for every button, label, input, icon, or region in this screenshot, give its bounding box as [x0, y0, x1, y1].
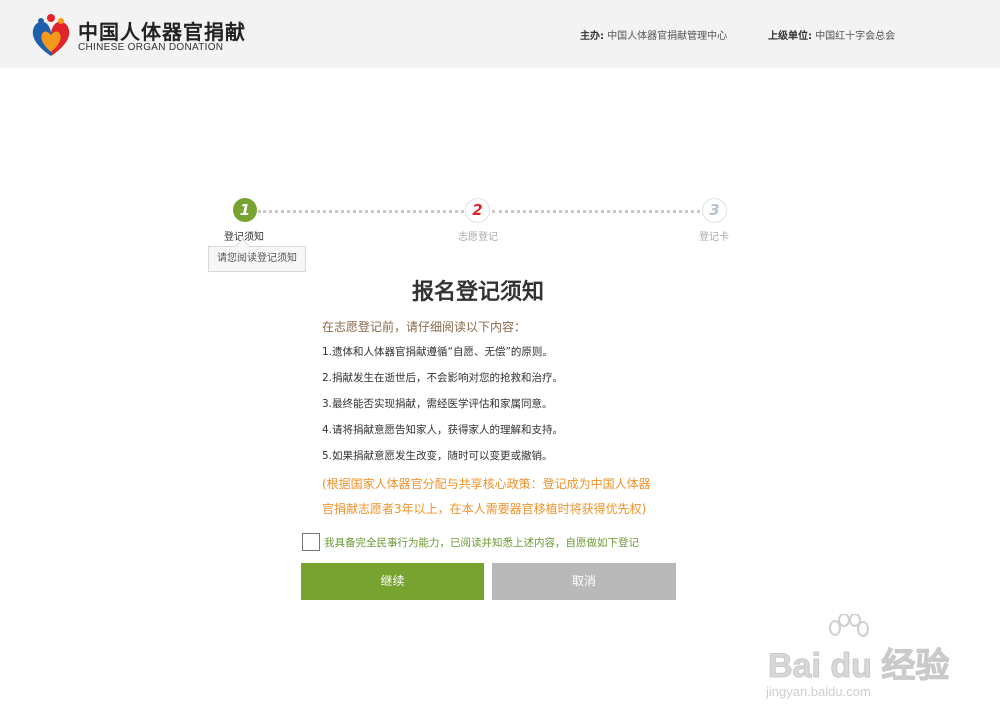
cancel-button[interactable]: 取消	[492, 563, 676, 600]
notice-rules: 1.遗体和人体器官捐献遵循“自愿、无偿”的原则。 2.捐献发生在逝世后，不会影响…	[322, 343, 563, 473]
step-2-circle: 2	[465, 198, 490, 223]
step-1-circle: 1	[233, 198, 257, 222]
agreement-checkbox[interactable]	[302, 533, 320, 551]
superior-value: 中国红十字会总会	[815, 31, 896, 42]
logo-english-text: CHINESE ORGAN DONATION	[78, 42, 224, 53]
policy-note: (根据国家人体器官分配与共享核心政策：登记成为中国人体器 官捐献志愿者3年以上，…	[322, 472, 692, 522]
policy-note-line-2: 官捐献志愿者3年以上，在本人需要器官移植时将获得优先权)	[322, 502, 647, 516]
watermark-brand: Bai du 经验	[767, 647, 950, 686]
policy-note-line-1: (根据国家人体器官分配与共享核心政策：登记成为中国人体器	[322, 477, 651, 491]
rule-item: 1.遗体和人体器官捐献遵循“自愿、无偿”的原则。	[322, 346, 553, 358]
step-connector-1-2	[258, 210, 464, 213]
step-3-circle: 3	[702, 198, 727, 223]
step-3-label: 登记卡	[699, 232, 729, 243]
logo-chinese-text: 中国人体器官捐献	[78, 20, 246, 44]
rule-item: 2.捐献发生在逝世后，不会影响对您的抢救和治疗。	[322, 372, 564, 384]
baidu-watermark: Bai du 经验 jingyan.baidu.com	[760, 612, 980, 712]
site-header: 中国人体器官捐献 CHINESE ORGAN DONATION 主办: 中国人体…	[0, 0, 1000, 68]
rule-item: 3.最终能否实现捐献，需经医学评估和家属同意。	[322, 398, 553, 410]
host-value: 中国人体器官捐献管理中心	[607, 31, 728, 42]
host-label: 主办:	[580, 31, 604, 42]
step-tooltip: 请您阅读登记须知	[208, 246, 306, 272]
organ-donation-logo-icon	[32, 14, 70, 57]
superior-info: 上级单位: 中国红十字会总会	[768, 27, 895, 42]
host-info: 主办: 中国人体器官捐献管理中心	[580, 27, 727, 42]
watermark-url: jingyan.baidu.com	[766, 684, 871, 699]
site-logo[interactable]: 中国人体器官捐献 CHINESE ORGAN DONATION	[28, 12, 248, 58]
rule-item: 5.如果捐献意愿发生改变，随时可以变更或撤销。	[322, 450, 553, 462]
progress-steps: 1 2 3 登记须知 志愿登记 登记卡 请您阅读登记须知	[200, 196, 760, 276]
step-connector-2-3	[492, 210, 700, 213]
page-title: 报名登记须知	[411, 280, 544, 305]
rule-item: 4.请将捐献意愿告知家人，获得家人的理解和支持。	[322, 424, 564, 436]
superior-label: 上级单位:	[768, 31, 812, 42]
continue-button[interactable]: 继续	[301, 563, 484, 600]
step-2-label: 志愿登记	[458, 232, 498, 243]
notice-intro: 在志愿登记前，请仔细阅读以下内容：	[322, 320, 527, 334]
agreement-text[interactable]: 我具备完全民事行为能力，已阅读并知悉上述内容，自愿做如下登记	[324, 535, 639, 550]
